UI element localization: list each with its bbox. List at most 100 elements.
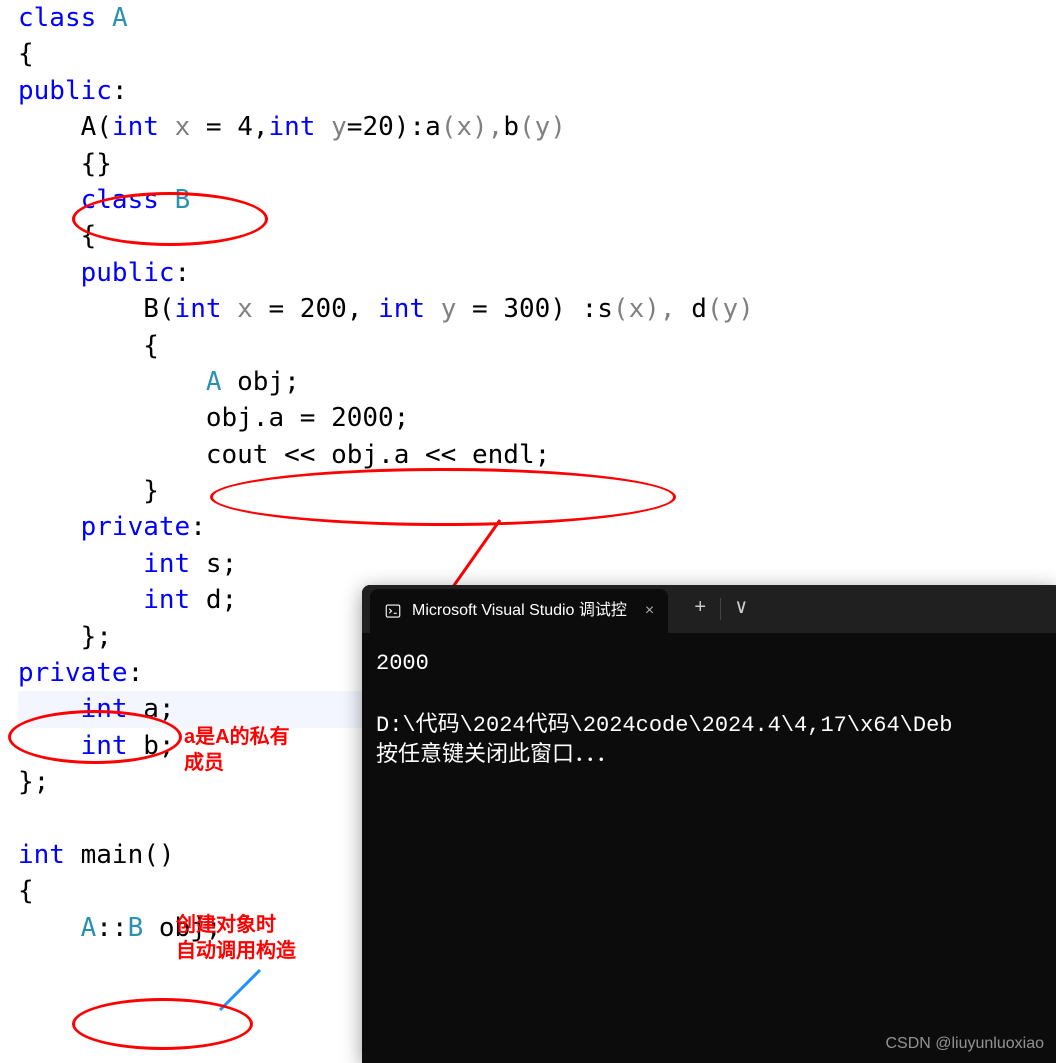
chevron-down-icon: ∨ — [735, 595, 747, 623]
kw-int: int — [81, 694, 128, 724]
decl-d: d; — [190, 585, 237, 615]
ctor-A: A — [81, 112, 97, 142]
empty-body: {} — [81, 149, 112, 179]
kw-int: int — [112, 112, 159, 142]
kw-int: int — [269, 112, 316, 142]
colon: : — [112, 76, 128, 106]
paren: ( — [159, 294, 175, 324]
op-insert: << — [409, 440, 472, 470]
kw-public: public — [18, 76, 112, 106]
colon: : — [175, 258, 191, 288]
brace: { — [81, 221, 97, 251]
kw-public: public — [81, 258, 175, 288]
console-tab-title: Microsoft Visual Studio 调试控 — [412, 600, 627, 622]
kw-private: private — [81, 512, 191, 542]
init: (y) — [519, 112, 566, 142]
init: (x), — [441, 112, 504, 142]
decl-b: b; — [128, 731, 175, 761]
circle-ab-obj — [72, 998, 253, 1050]
annotation-text: 创建对象时 — [176, 914, 276, 936]
member-a: a — [394, 440, 410, 470]
id-cout: cout — [206, 440, 269, 470]
console-output: 2000 D:\代码\2024代码\2024code\2024.4\4,17\x… — [362, 633, 1056, 788]
decl-a: a; — [128, 694, 175, 724]
console-window: Microsoft Visual Studio 调试控 × + ∨ 2000 D… — [362, 585, 1056, 1063]
new-tab-button[interactable]: + — [680, 589, 720, 629]
decl-s: s; — [190, 549, 237, 579]
eq: = — [190, 112, 237, 142]
arrow-annotation-to-obj — [215, 965, 275, 1025]
kw-int: int — [18, 840, 65, 870]
scope-op: :: — [96, 913, 127, 943]
comma: , — [347, 294, 378, 324]
colon: : — [190, 512, 206, 542]
kw-int: int — [143, 585, 190, 615]
class-end: }; — [81, 622, 112, 652]
kw-int: int — [143, 549, 190, 579]
decl-obj: obj; — [222, 367, 300, 397]
member-d: d — [691, 294, 707, 324]
paren-colon: ) : — [550, 294, 597, 324]
brace: } — [143, 476, 159, 506]
dot: . — [378, 440, 394, 470]
output-close-prompt: 按任意键关闭此窗口．．． — [376, 743, 618, 768]
eq: = — [347, 112, 363, 142]
annotation-private-member: a是A的私有 成员 — [184, 724, 290, 776]
op-insert: << — [268, 440, 331, 470]
kw-private: private — [18, 658, 128, 688]
terminal-icon — [384, 602, 402, 620]
param-x: x — [237, 294, 253, 324]
fn-main: main() — [65, 840, 175, 870]
kw-class: class — [81, 185, 159, 215]
num-200: 200 — [300, 294, 347, 324]
member-s: s — [597, 294, 613, 324]
member-b: b — [503, 112, 519, 142]
num-300: 300 — [503, 294, 550, 324]
tab-dropdown-button[interactable]: ∨ — [721, 589, 761, 629]
num-20: 20 — [362, 112, 393, 142]
eq: = — [456, 294, 503, 324]
member-a: a — [425, 112, 441, 142]
id-endl: endl — [472, 440, 535, 470]
paren: ( — [96, 112, 112, 142]
kw-class: class — [18, 3, 96, 33]
type-A: A — [206, 367, 222, 397]
output-path: D:\代码\2024代码\2024code\2024.4\4,17\x64\De… — [376, 713, 952, 738]
param-x: x — [175, 112, 191, 142]
semi: ; — [535, 440, 551, 470]
annotation-auto-ctor: 创建对象时 自动调用构造 — [176, 912, 296, 964]
plus-icon: + — [694, 595, 706, 623]
type-B: B — [128, 913, 144, 943]
init: (y) — [707, 294, 754, 324]
annotation-text: 成员 — [184, 752, 224, 774]
init: (x), — [613, 294, 691, 324]
classname-B: B — [175, 185, 191, 215]
type-A: A — [81, 913, 97, 943]
watermark: CSDN @liuyunluoxiao — [885, 1033, 1044, 1055]
kw-int: int — [81, 731, 128, 761]
id-obj: obj — [331, 440, 378, 470]
paren: ) — [394, 112, 410, 142]
class-end: }; — [18, 767, 49, 797]
annotation-text: 自动调用构造 — [176, 940, 296, 962]
num-4: 4 — [237, 112, 253, 142]
brace: { — [143, 331, 159, 361]
param-y: y — [441, 294, 457, 324]
brace: { — [18, 876, 34, 906]
brace: { — [18, 39, 34, 69]
comma: , — [253, 112, 269, 142]
kw-int: int — [378, 294, 425, 324]
eq: = — [253, 294, 300, 324]
code-editor-screenshot: class A { public: A(int x = 4,int y=20):… — [0, 0, 1056, 1063]
output-value: 2000 — [376, 651, 429, 676]
assign-obj-a: obj.a = 2000; — [206, 403, 410, 433]
annotation-text: a是A的私有 — [184, 726, 290, 748]
console-tab[interactable]: Microsoft Visual Studio 调试控 × — [370, 589, 668, 633]
ctor-B: B — [143, 294, 159, 324]
classname-A: A — [112, 3, 128, 33]
close-tab-icon[interactable]: × — [645, 600, 654, 622]
kw-int: int — [175, 294, 222, 324]
console-titlebar: Microsoft Visual Studio 调试控 × + ∨ — [362, 585, 1056, 633]
colon: : — [409, 112, 425, 142]
param-y: y — [331, 112, 347, 142]
